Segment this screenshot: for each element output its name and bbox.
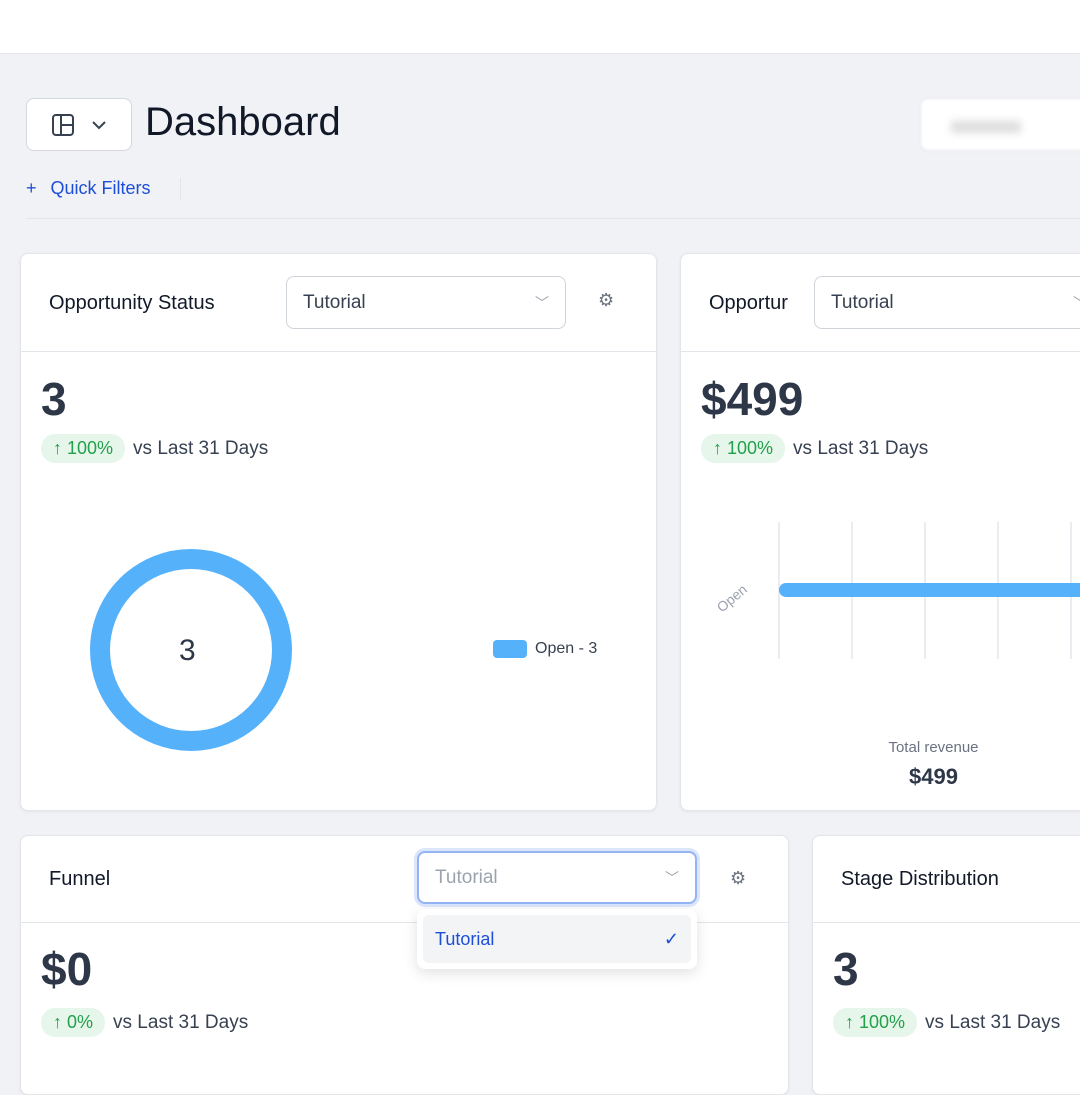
option-label: Tutorial	[435, 928, 495, 949]
legend-swatch	[493, 640, 527, 658]
filter-settings-icon[interactable]: ⚙	[598, 290, 614, 311]
donut-center-value: 3	[179, 634, 196, 667]
metric-value: $499	[701, 373, 804, 425]
x-axis-label: Total revenue	[888, 739, 979, 756]
compare-label: vs Last 31 Days	[133, 437, 269, 459]
quick-filters-button[interactable]: + Quick Filters	[26, 178, 151, 199]
stage-distribution-card: Stage Distribution 3 ↑ 100% vs Last 31 Da…	[812, 835, 1080, 1095]
select-value: Tutorial	[435, 866, 498, 888]
divider	[813, 922, 1080, 923]
compare-label: vs Last 31 Days	[925, 1011, 1061, 1033]
page-title: Dashboard	[145, 100, 341, 144]
dropdown-menu: Tutorial ✓	[417, 909, 697, 969]
funnel-pipeline-select[interactable]: Tutorial ﹀	[417, 851, 697, 904]
metric-value: 3	[41, 373, 67, 425]
change-badge: ↑ 0%	[41, 1008, 106, 1037]
divider	[21, 351, 656, 352]
layout-switcher-button[interactable]	[26, 98, 132, 151]
chevron-down-icon: ﹀	[665, 869, 679, 886]
change-badge: ↑ 100%	[701, 434, 786, 463]
opportunity-value-card: Opportur Tutorial ﹀ $499 ↑ 100% vs Last 31…	[680, 253, 1080, 811]
compare-label: vs Last 31 Days	[113, 1011, 249, 1033]
divider	[26, 218, 1080, 219]
filter-settings-icon[interactable]: ⚙	[730, 868, 746, 889]
chevron-down-icon	[92, 120, 106, 129]
total-revenue-value: $499	[909, 764, 958, 789]
pipeline-select[interactable]: Tutorial ﹀	[814, 276, 1080, 329]
select-value: Tutorial	[303, 291, 366, 313]
compare-label: vs Last 31 Days	[793, 437, 929, 459]
top-bar	[0, 0, 1080, 54]
divider	[180, 178, 181, 200]
opportunity-status-card: Opportunity Status Tutorial ﹀ ⚙ 3 ↑ 100% v…	[20, 253, 657, 811]
divider	[681, 351, 1080, 352]
bar-open[interactable]	[779, 583, 1080, 597]
dropdown-option-tutorial[interactable]: Tutorial ✓	[423, 915, 691, 963]
select-value: Tutorial	[831, 291, 894, 313]
card-title: Funnel	[49, 868, 111, 890]
bar-chart: $0$100$200$300$40Open	[714, 522, 1080, 659]
plus-icon: +	[26, 178, 37, 198]
card-title: Opportur	[709, 292, 788, 314]
card-title: Stage Distribution	[841, 868, 999, 890]
legend-label: Open - 3	[535, 640, 598, 657]
metric-value: $0	[41, 943, 93, 995]
blurred-button[interactable]	[920, 98, 1080, 151]
card-title: Opportunity Status	[49, 292, 215, 314]
change-badge: ↑ 100%	[41, 434, 126, 463]
layout-icon	[52, 113, 74, 136]
quick-filters-label: Quick Filters	[50, 178, 151, 198]
y-category-label: Open	[714, 581, 751, 615]
check-icon: ✓	[663, 928, 679, 949]
metric-value: 3	[833, 943, 859, 995]
chevron-down-icon: ﹀	[1073, 293, 1080, 313]
legend-item[interactable]: Open - 3	[493, 640, 597, 658]
chevron-down-icon: ﹀	[535, 294, 549, 311]
change-badge: ↑ 100%	[833, 1008, 918, 1037]
pipeline-select[interactable]: Tutorial ﹀	[286, 276, 566, 329]
